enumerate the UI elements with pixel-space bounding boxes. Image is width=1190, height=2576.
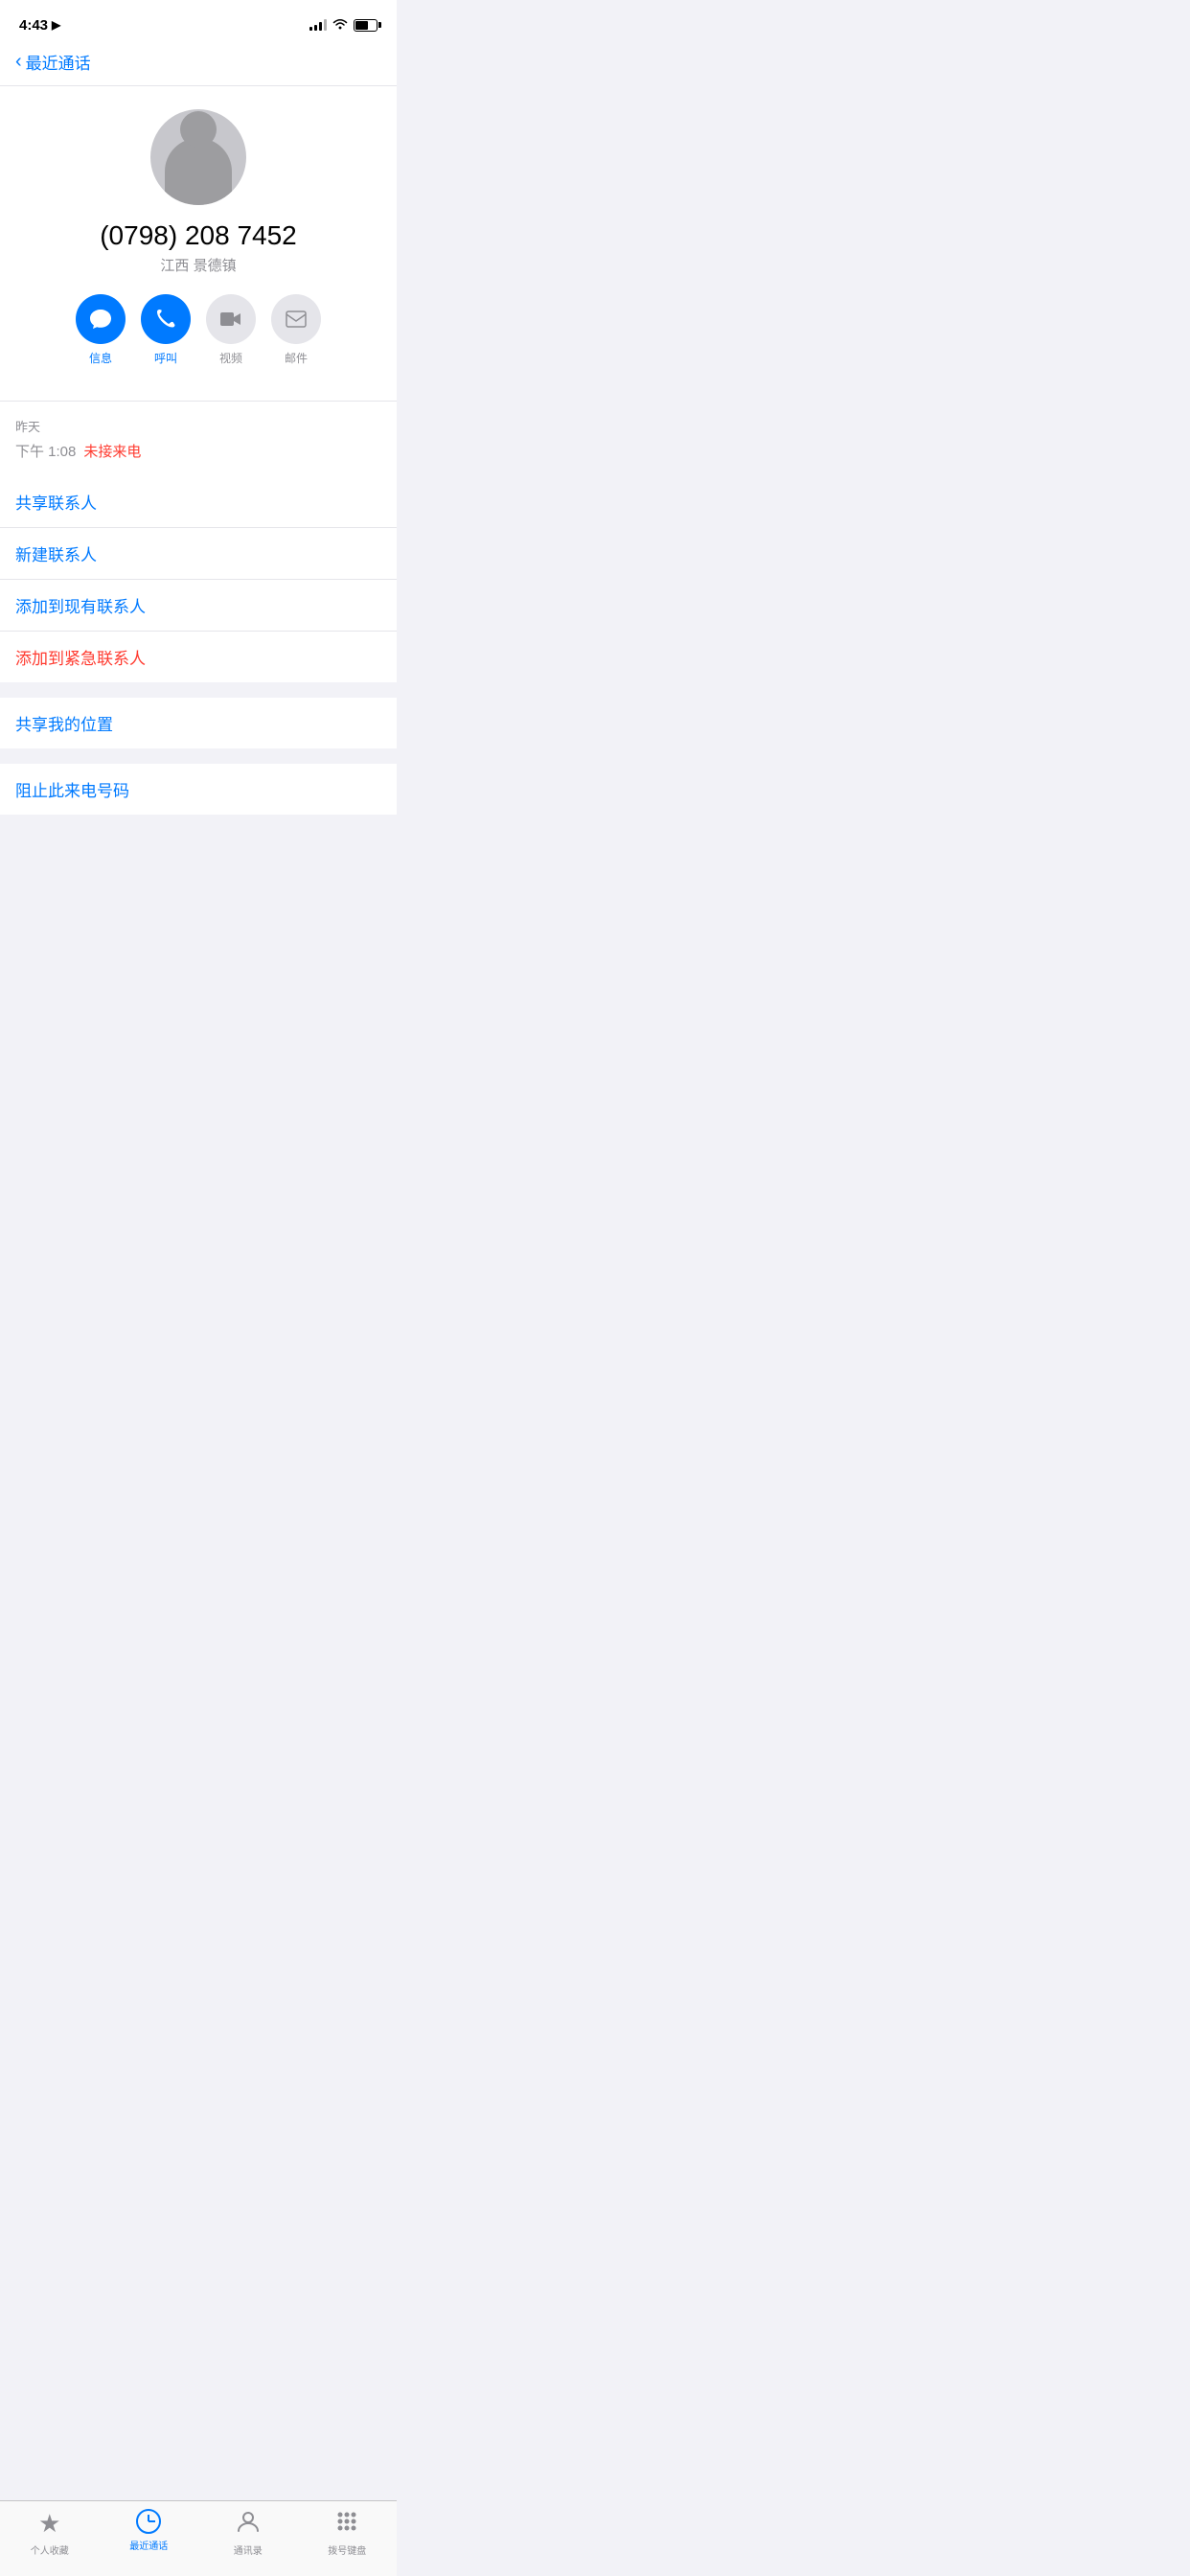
new-contact-item[interactable]: 新建联系人 [0, 528, 397, 580]
time-display: 4:43 [19, 17, 48, 34]
avatar [150, 109, 246, 205]
share-contact-label: 共享联系人 [15, 494, 97, 513]
tab-contacts-label: 通讯录 [234, 2542, 263, 2557]
add-to-existing-item[interactable]: 添加到现有联系人 [0, 580, 397, 632]
new-contact-label: 新建联系人 [15, 546, 97, 564]
back-label: 最近通话 [26, 50, 91, 74]
share-contact-item[interactable]: 共享联系人 [0, 476, 397, 528]
video-action-button: 视频 [206, 294, 256, 366]
contact-actions-list: 共享联系人 新建联系人 添加到现有联系人 添加到紧急联系人 [0, 476, 397, 682]
phone-number: (0798) 208 7452 [100, 220, 297, 251]
tab-recents[interactable]: 最近通话 [100, 2509, 199, 2557]
video-icon [206, 294, 256, 344]
block-caller-section: 阻止此来电号码 [0, 764, 397, 815]
status-bar: 4:43 ▶ [0, 0, 397, 42]
mail-label: 邮件 [285, 350, 308, 366]
tab-keypad-label: 拨号键盘 [328, 2542, 366, 2557]
status-time: 4:43 ▶ [19, 17, 60, 34]
mail-icon [271, 294, 321, 344]
share-location-section: 共享我的位置 [0, 698, 397, 748]
action-buttons: 信息 呼叫 视频 [37, 294, 359, 381]
tab-keypad[interactable]: 拨号键盘 [298, 2509, 398, 2557]
call-time: 下午 1:08 [15, 441, 76, 461]
call-history-date: 昨天 [15, 417, 381, 435]
back-chevron-icon: ‹ [15, 51, 22, 73]
battery-icon [354, 19, 378, 32]
profile-section: (0798) 208 7452 江西 景德镇 信息 呼叫 [0, 86, 397, 401]
wifi-icon [332, 17, 348, 33]
status-icons [309, 17, 378, 33]
location-arrow-icon: ▶ [52, 18, 60, 32]
tab-contacts[interactable]: 通讯录 [198, 2509, 298, 2557]
message-icon [76, 294, 126, 344]
tab-bar: ★ 个人收藏 最近通话 通讯录 [0, 2500, 397, 2576]
share-location-label: 共享我的位置 [15, 716, 113, 734]
call-label: 呼叫 [154, 350, 177, 366]
grid-icon [334, 2509, 359, 2539]
video-label: 视频 [219, 350, 242, 366]
tab-favorites[interactable]: ★ 个人收藏 [0, 2509, 100, 2557]
location-text: 江西 景德镇 [160, 255, 236, 275]
add-to-existing-label: 添加到现有联系人 [15, 598, 146, 616]
star-icon: ★ [38, 2509, 60, 2539]
block-caller-item[interactable]: 阻止此来电号码 [0, 764, 397, 815]
message-action-button[interactable]: 信息 [76, 294, 126, 366]
tab-recents-label: 最近通话 [129, 2538, 168, 2552]
spacer-3 [0, 815, 397, 845]
call-status: 未接来电 [83, 441, 141, 461]
spacer-1 [0, 682, 397, 698]
add-emergency-item[interactable]: 添加到紧急联系人 [0, 632, 397, 682]
signal-icon [309, 19, 327, 31]
message-label: 信息 [89, 350, 112, 366]
back-button[interactable]: ‹ 最近通话 [15, 50, 381, 74]
tab-favorites-label: 个人收藏 [31, 2542, 69, 2557]
share-location-item[interactable]: 共享我的位置 [0, 698, 397, 748]
call-history-section: 昨天 下午 1:08 未接来电 [0, 402, 397, 476]
clock-icon [136, 2509, 161, 2534]
call-action-button[interactable]: 呼叫 [141, 294, 191, 366]
avatar-placeholder [165, 138, 232, 205]
spacer-2 [0, 748, 397, 764]
block-caller-label: 阻止此来电号码 [15, 782, 129, 800]
person-icon [236, 2509, 261, 2539]
nav-bar: ‹ 最近通话 [0, 42, 397, 86]
call-icon [141, 294, 191, 344]
mail-action-button: 邮件 [271, 294, 321, 366]
call-history-row: 下午 1:08 未接来电 [15, 441, 381, 461]
add-emergency-label: 添加到紧急联系人 [15, 650, 146, 668]
